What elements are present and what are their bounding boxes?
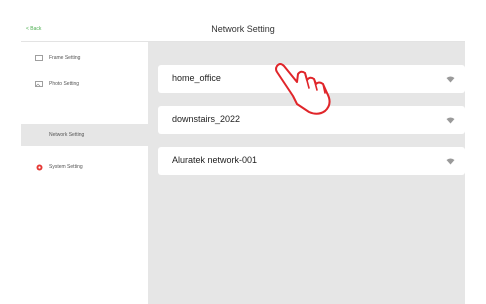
wifi-icon — [446, 76, 455, 83]
sidebar-item-label: Network Setting — [49, 132, 85, 138]
sidebar-item-frame-setting[interactable]: Frame Setting — [21, 47, 148, 69]
header-bar: < Back Network Setting — [21, 19, 465, 42]
sidebar-item-label: Frame Setting — [49, 55, 81, 61]
network-ssid: home_office — [172, 73, 221, 83]
network-item-aluratek-network-001[interactable]: Aluratek network-001 — [158, 147, 465, 175]
sidebar-item-network-setting[interactable]: Network Setting — [21, 124, 148, 146]
pointing-hand-icon — [275, 63, 331, 115]
sidebar-item-photo-setting[interactable]: Photo Setting — [21, 73, 148, 95]
frame-icon — [35, 54, 43, 62]
network-icon — [35, 131, 43, 139]
photo-icon — [35, 80, 43, 88]
wifi-icon — [446, 158, 455, 165]
system-gear-icon — [35, 163, 43, 171]
sidebar: Frame Setting Photo Setting Network Sett… — [21, 42, 148, 304]
network-ssid: Aluratek network-001 — [172, 155, 258, 165]
sidebar-item-label: Photo Setting — [49, 81, 80, 87]
wifi-icon — [446, 117, 455, 124]
sidebar-item-system-setting[interactable]: System Setting — [21, 156, 148, 178]
network-ssid: downstairs_2022 — [172, 114, 241, 124]
app-window: < Back Network Setting Frame Setting Pho… — [21, 19, 465, 304]
sidebar-item-label: System Setting — [49, 164, 83, 170]
page-title: Network Setting — [211, 24, 275, 34]
